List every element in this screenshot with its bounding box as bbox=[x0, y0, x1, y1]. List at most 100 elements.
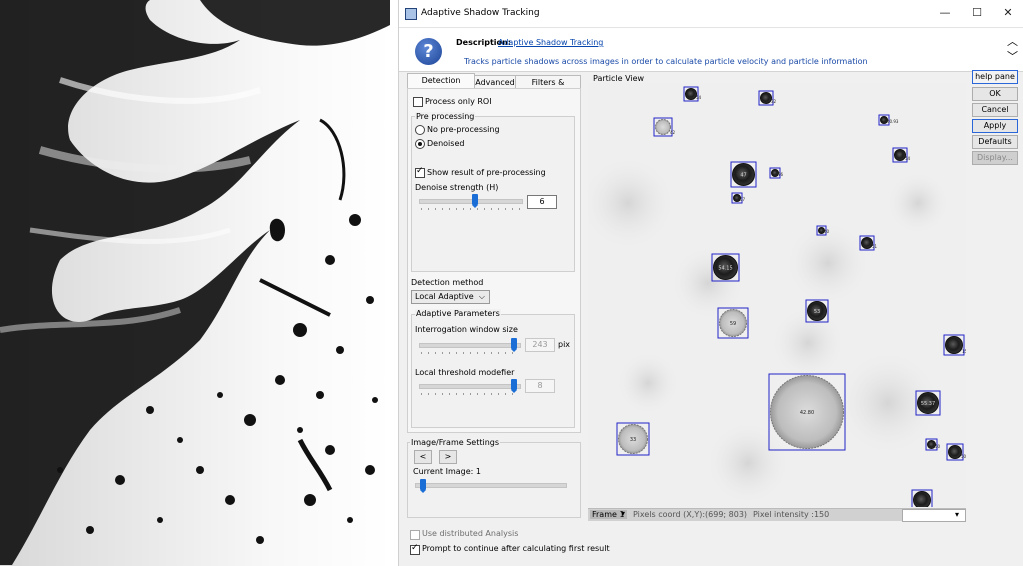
threshold-slider-track[interactable] bbox=[419, 384, 521, 389]
adaptive-parameters-title: Adaptive Parameters bbox=[415, 309, 501, 318]
particle-label: 55.37 bbox=[921, 401, 935, 407]
particle-label: 40.93 bbox=[887, 119, 899, 124]
no-preprocessing-label: No pre-processing bbox=[427, 125, 500, 134]
process-roi-checkbox[interactable] bbox=[413, 97, 423, 107]
particle-label: 42 bbox=[670, 130, 676, 135]
prev-frame-button[interactable]: < bbox=[414, 450, 432, 464]
frame-settings-title: Image/Frame Settings bbox=[410, 438, 501, 447]
threshold-slider-thumb[interactable] bbox=[511, 379, 517, 393]
particle-shadow bbox=[655, 119, 671, 135]
particle-label: 76 bbox=[778, 172, 784, 177]
window-size-field[interactable]: 243 bbox=[525, 338, 555, 352]
chevron-down-icon: ⌵ bbox=[478, 292, 485, 301]
scroll-down-icon[interactable]: ﹀ bbox=[1007, 48, 1018, 64]
particle-label: 54 bbox=[696, 95, 702, 100]
description-header: ? Description: Adaptive Shadow Tracking … bbox=[399, 27, 1023, 72]
distributed-analysis-label: Use distributed Analysis bbox=[422, 529, 519, 538]
particle-label: 47 bbox=[740, 173, 746, 179]
app-icon bbox=[405, 8, 417, 20]
frame-slider-track[interactable] bbox=[415, 483, 567, 488]
title-bar[interactable]: Adaptive Shadow Tracking — ☐ ✕ bbox=[399, 0, 1023, 27]
particle-label: 54 bbox=[905, 156, 911, 161]
denoise-strength-label: Denoise strength (H) bbox=[415, 183, 499, 192]
splash-image bbox=[0, 0, 392, 566]
maximize-button[interactable]: ☐ bbox=[964, 4, 990, 22]
window-size-label: Interrogation window size bbox=[415, 325, 518, 334]
help-pane-button[interactable]: help pane bbox=[972, 70, 1018, 84]
particle-label: 155.33 bbox=[962, 349, 966, 354]
threshold-field[interactable]: 8 bbox=[525, 379, 555, 393]
particle-label: 54.15 bbox=[718, 266, 732, 272]
window-title: Adaptive Shadow Tracking bbox=[421, 8, 540, 18]
particle-shadow bbox=[913, 491, 931, 507]
frame-slider-thumb[interactable] bbox=[419, 479, 426, 493]
description-text: Tracks particle shadows across images in… bbox=[464, 57, 868, 66]
prompt-continue-checkbox[interactable] bbox=[410, 543, 420, 555]
frame-settings-group bbox=[407, 442, 581, 518]
window-size-slider-track[interactable] bbox=[419, 343, 521, 348]
pixel-intensity: Pixel intensity :150 bbox=[753, 510, 830, 519]
particle-view-title: Particle View bbox=[593, 74, 645, 83]
particle-shadow bbox=[861, 237, 873, 249]
zoom-dropdown[interactable]: ▾ bbox=[902, 509, 966, 522]
help-question-icon: ? bbox=[415, 38, 442, 65]
show-result-checkbox[interactable] bbox=[415, 166, 425, 178]
display-button[interactable]: Display... bbox=[972, 151, 1018, 165]
denoise-slider-ticks bbox=[421, 208, 521, 210]
chevron-down-icon: ▾ bbox=[954, 510, 959, 519]
denoise-slider-thumb[interactable] bbox=[472, 194, 479, 208]
threshold-slider-ticks bbox=[421, 393, 519, 395]
particle-shadow bbox=[945, 336, 963, 354]
particle-label: 51 bbox=[872, 244, 878, 249]
particle-label: 50 bbox=[935, 444, 941, 449]
scroll-up-icon[interactable]: ︿ bbox=[1007, 33, 1018, 49]
defaults-button[interactable]: Defaults bbox=[972, 135, 1018, 149]
denoise-slider-track[interactable] bbox=[419, 199, 523, 204]
ok-button[interactable]: OK bbox=[972, 87, 1018, 101]
particle-shadow bbox=[685, 88, 697, 100]
show-result-label: Show result of pre-processing bbox=[427, 168, 546, 177]
detection-method-select[interactable]: Local Adaptive ⌵ bbox=[411, 290, 490, 304]
denoised-label: Denoised bbox=[427, 139, 465, 148]
particle-view[interactable]: 54 32 42 40.93 54 47 76 57 40 51 54.15 53 59 155.33 42… bbox=[588, 83, 966, 507]
tab-advanced[interactable]: Advanced bbox=[474, 75, 516, 89]
window-size-slider-ticks bbox=[421, 352, 519, 354]
particle-label: 53 bbox=[814, 309, 820, 315]
pixel-coords: Pixels coord (X,Y):(699; 803) bbox=[633, 510, 748, 519]
process-roi-label: Process only ROI bbox=[425, 97, 492, 106]
particle-label: 42.80 bbox=[800, 410, 814, 416]
window-size-unit: pix bbox=[558, 340, 571, 349]
particle-label: 33 bbox=[630, 437, 636, 443]
minimize-button[interactable]: — bbox=[932, 4, 958, 22]
particle-label: 32 bbox=[771, 99, 777, 104]
particle-shadow bbox=[948, 445, 962, 459]
detection-method-label: Detection method bbox=[411, 278, 484, 287]
tab-detection-method[interactable]: Detection Method bbox=[407, 73, 475, 98]
no-preprocessing-radio[interactable] bbox=[415, 125, 425, 135]
denoised-radio[interactable] bbox=[415, 139, 425, 149]
frame-dropdown-icon[interactable]: ▾ bbox=[621, 509, 625, 518]
particle-view-status-bar: Frame 1 ▾ Pixels coord (X,Y):(699; 803) … bbox=[588, 508, 966, 522]
distributed-analysis-checkbox[interactable] bbox=[410, 530, 420, 540]
particle-label: 57 bbox=[740, 197, 746, 202]
cancel-button[interactable]: Cancel bbox=[972, 103, 1018, 117]
window-size-slider-thumb[interactable] bbox=[511, 338, 517, 352]
particle-label: 50 bbox=[961, 454, 966, 459]
next-frame-button[interactable]: > bbox=[439, 450, 457, 464]
particle-shadow bbox=[760, 92, 772, 104]
current-image-label: Current Image: 1 bbox=[413, 467, 481, 476]
particle-label: 40 bbox=[824, 229, 830, 234]
particle-view-canvas[interactable]: 54 32 42 40.93 54 47 76 57 40 51 54.15 53 59 155.33 42… bbox=[588, 83, 966, 507]
close-button[interactable]: ✕ bbox=[995, 4, 1021, 22]
threshold-label: Local threshold modefier bbox=[415, 368, 515, 377]
splash-photo bbox=[0, 0, 392, 566]
description-link[interactable]: Adaptive Shadow Tracking bbox=[498, 38, 603, 47]
tab-filters-tracking[interactable]: Filters & Tracking bbox=[515, 75, 581, 100]
particle-shadow bbox=[894, 149, 906, 161]
particle-label: 59 bbox=[730, 321, 736, 327]
detection-method-value: Local Adaptive bbox=[415, 292, 474, 301]
denoise-value-field[interactable]: 6 bbox=[527, 195, 557, 209]
preprocessing-title: Pre processing bbox=[415, 112, 476, 121]
apply-button[interactable]: Apply bbox=[972, 119, 1018, 133]
prompt-continue-label: Prompt to continue after calculating fir… bbox=[422, 544, 610, 553]
